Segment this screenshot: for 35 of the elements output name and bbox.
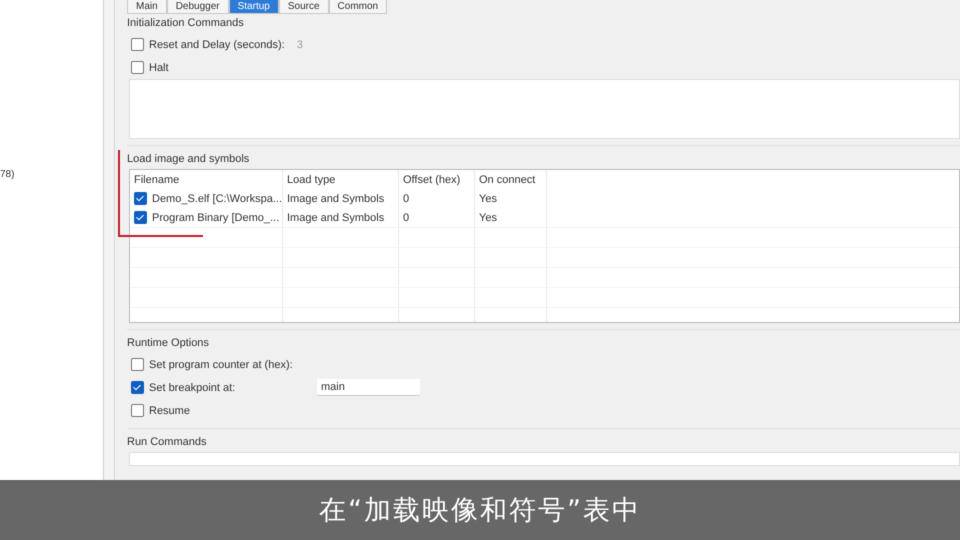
tab[interactable]: Main — [127, 0, 167, 14]
option-label: Set breakpoint at: — [149, 382, 236, 394]
checkbox[interactable] — [131, 381, 144, 394]
column-header: On connect — [475, 170, 547, 189]
option-label: Set program counter at (hex): — [149, 358, 294, 370]
option-label: Resume — [149, 404, 191, 416]
checkbox[interactable] — [131, 358, 144, 371]
panel-text: 78) — [0, 169, 14, 180]
group-title: Load image and symbols — [127, 152, 250, 167]
table-cell: Program Binary [Demo_... — [152, 212, 280, 224]
table-cell: Image and Symbols — [287, 192, 384, 204]
group-title: Initialization Commands — [127, 16, 245, 31]
table-cell: Demo_S.elf [C:\Workspa... — [152, 192, 282, 204]
option-label: Reset and Delay (seconds): — [149, 38, 285, 50]
tab[interactable]: Common — [328, 0, 388, 14]
tab[interactable]: Startup — [228, 0, 279, 14]
group-title: Runtime Options — [127, 336, 210, 351]
input-field[interactable]: main — [317, 379, 420, 396]
column-header: Load type — [283, 170, 399, 189]
table-cell: Yes — [479, 192, 497, 204]
column-header: Offset (hex) — [399, 170, 475, 189]
option-label: Halt — [149, 62, 169, 74]
checkbox[interactable] — [131, 404, 144, 417]
column-header: Filename — [130, 170, 283, 189]
tab[interactable]: Debugger — [166, 0, 229, 14]
table-cell: Yes — [479, 212, 497, 224]
group-title: Run Commands — [127, 435, 208, 450]
checkbox[interactable] — [134, 211, 147, 224]
table-cell: Image and Symbols — [287, 212, 384, 224]
table-cell: 0 — [403, 192, 410, 204]
tab[interactable]: Source — [278, 0, 329, 14]
table-cell: 0 — [403, 212, 410, 224]
checkbox[interactable] — [131, 61, 144, 74]
checkbox[interactable] — [134, 192, 147, 205]
subtitle: 在“加载映像和符号”表中 — [319, 494, 641, 528]
